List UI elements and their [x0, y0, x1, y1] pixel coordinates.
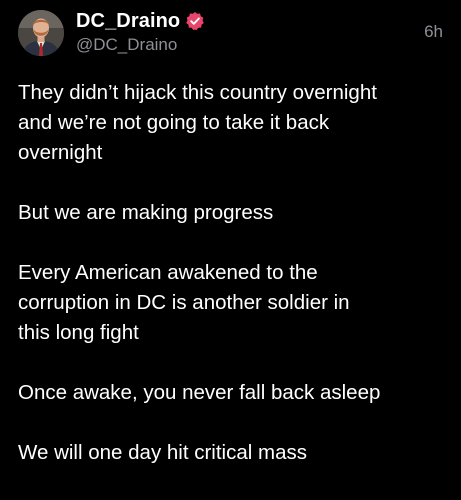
post-paragraph: But we are making progress — [18, 201, 274, 224]
author-names: DC_Draino @DC_Draino — [76, 10, 205, 55]
post-paragraph: Once awake, you never fall back asleep — [18, 381, 381, 404]
post-header: DC_Draino @DC_Draino 6h — [18, 10, 443, 58]
post-paragraph: They didn’t hijack this country overnigh… — [18, 81, 377, 164]
display-name-row: DC_Draino — [76, 10, 205, 32]
avatar[interactable] — [18, 10, 64, 56]
verified-badge-icon — [185, 11, 205, 31]
post-paragraph: Every American awakened to the corruptio… — [18, 261, 350, 344]
handle[interactable]: @DC_Draino — [76, 35, 205, 55]
post-paragraph: We will one day hit critical mass — [18, 441, 307, 464]
post-body: They didn’t hijack this country overnigh… — [18, 78, 448, 498]
avatar-image — [18, 10, 64, 56]
display-name[interactable]: DC_Draino — [76, 10, 180, 33]
timestamp: 6h — [424, 22, 443, 41]
post-card: DC_Draino @DC_Draino 6h They didn’t hija… — [0, 0, 461, 500]
